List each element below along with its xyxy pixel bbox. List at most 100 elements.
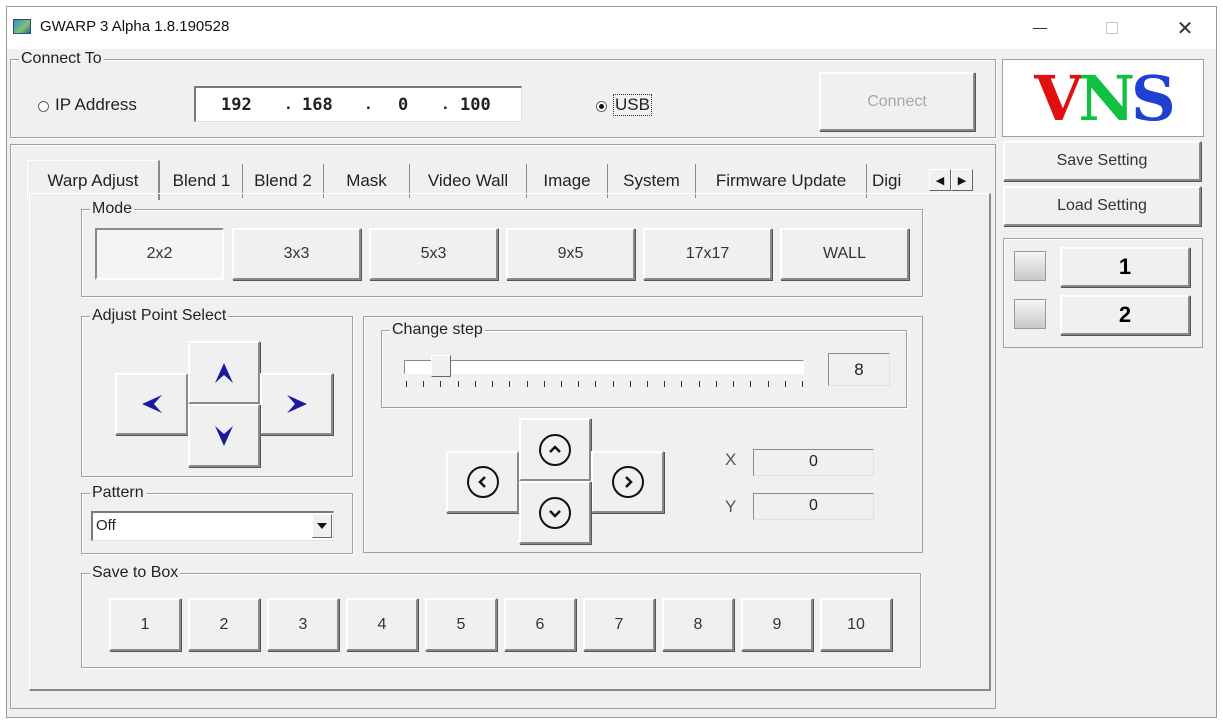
slider-tick: [733, 381, 735, 387]
caret-right-icon: ▶: [957, 174, 967, 187]
connect-button[interactable]: Connect: [819, 72, 975, 131]
save-box-1-button[interactable]: 1: [109, 598, 181, 651]
slider-tick: [560, 381, 562, 387]
slider-tick: [784, 381, 786, 387]
arrow-down-icon: [215, 425, 233, 446]
slider-tick: [423, 381, 425, 387]
save-to-box-label: Save to Box: [90, 564, 181, 582]
slider-tick: [647, 381, 649, 387]
caret-left-icon: ◀: [935, 174, 945, 187]
save-box-2-button[interactable]: 2: [188, 598, 260, 651]
usb-radio[interactable]: [596, 101, 607, 112]
maximize-button[interactable]: [1084, 7, 1140, 49]
adjust-point-label: Adjust Point Select: [90, 307, 229, 325]
channel-2-indicator[interactable]: [1014, 299, 1046, 329]
maximize-icon: [1106, 22, 1118, 34]
slider-tick: [715, 381, 717, 387]
close-button[interactable]: ✕: [1157, 7, 1213, 49]
save-box-7-button[interactable]: 7: [583, 598, 655, 651]
save-box-8-button[interactable]: 8: [662, 598, 734, 651]
pattern-label: Pattern: [90, 484, 146, 502]
x-coord-label: X: [725, 450, 737, 469]
save-box-6-button[interactable]: 6: [504, 598, 576, 651]
x-coord-value: 0: [809, 453, 818, 470]
channel-1-indicator[interactable]: [1014, 251, 1046, 281]
ip-octet-1: 192: [221, 95, 252, 115]
slider-tick: [629, 381, 631, 387]
mode-2x2-button[interactable]: 2x2: [95, 228, 224, 280]
slider-tick: [440, 381, 442, 387]
close-icon: ✕: [1176, 17, 1194, 40]
minimize-icon: [1033, 27, 1047, 29]
step-down-button[interactable]: [519, 481, 591, 544]
adjust-up-button[interactable]: [188, 341, 260, 404]
ip-separator: .: [286, 94, 291, 113]
connect-to-group: Connect To IP Address 192 . 168 . 0 . 10…: [10, 50, 996, 138]
step-slider-track[interactable]: [404, 360, 804, 374]
channel-2-button[interactable]: 2: [1060, 295, 1190, 335]
ip-octet-2: 168: [302, 95, 333, 115]
app-window: GWARP 3 Alpha 1.8.190528 ✕ Connect To IP…: [6, 6, 1217, 718]
adjust-down-button[interactable]: [188, 404, 260, 467]
adjust-left-button[interactable]: [115, 373, 188, 435]
ip-separator: .: [366, 94, 371, 113]
chevron-left-circle-icon: [466, 466, 499, 498]
slider-tick: [543, 381, 545, 387]
y-coord-value: 0: [809, 497, 818, 514]
pattern-selected-value: Off: [96, 517, 116, 534]
ip-octet-3: 0: [398, 95, 409, 115]
ip-address-radio[interactable]: [38, 101, 49, 112]
save-box-10-button[interactable]: 10: [820, 598, 892, 651]
change-step-label: Change step: [390, 321, 485, 339]
tab-scroll-left-button[interactable]: ◀: [929, 169, 951, 191]
save-box-3-button[interactable]: 3: [267, 598, 339, 651]
pattern-group: Pattern Off: [81, 484, 353, 554]
adjust-right-button[interactable]: [260, 373, 333, 435]
slider-tick: [474, 381, 476, 387]
load-setting-button[interactable]: Load Setting: [1003, 186, 1201, 226]
mode-5x3-button[interactable]: 5x3: [369, 228, 498, 280]
tab-scroll-right-button[interactable]: ▶: [951, 169, 973, 191]
x-coord-field: 0: [753, 449, 874, 476]
save-box-9-button[interactable]: 9: [741, 598, 813, 651]
step-up-button[interactable]: [519, 418, 591, 481]
vns-logo: V N S: [1002, 59, 1204, 137]
slider-tick: [457, 381, 459, 387]
channel-panel: 1 2: [1003, 238, 1203, 348]
adjust-point-group: Adjust Point Select: [81, 307, 353, 477]
pattern-dropdown-button[interactable]: [312, 514, 332, 538]
mode-9x5-button[interactable]: 9x5: [506, 228, 635, 280]
save-box-5-button[interactable]: 5: [425, 598, 497, 651]
step-slider-thumb[interactable]: [430, 355, 451, 377]
channel-1-button[interactable]: 1: [1060, 247, 1190, 287]
minimize-button[interactable]: [1012, 7, 1068, 49]
step-left-button[interactable]: [446, 451, 519, 513]
chevron-right-circle-icon: [611, 466, 644, 498]
y-coord-field: 0: [753, 493, 874, 520]
logo-letter-s: S: [1131, 61, 1176, 135]
connect-to-label: Connect To: [19, 50, 104, 68]
slider-tick: [681, 381, 683, 387]
slider-tick: [698, 381, 700, 387]
save-setting-button[interactable]: Save Setting: [1003, 141, 1201, 181]
mode-wall-button[interactable]: WALL: [780, 228, 909, 280]
mode-3x3-button[interactable]: 3x3: [232, 228, 361, 280]
slider-tick: [492, 381, 494, 387]
slider-tick: [526, 381, 528, 387]
title-bar[interactable]: GWARP 3 Alpha 1.8.190528 ✕: [7, 7, 1216, 49]
slider-tick: [664, 381, 666, 387]
ip-address-field[interactable]: 192 . 168 . 0 . 100: [194, 86, 522, 122]
mode-17x17-button[interactable]: 17x17: [643, 228, 772, 280]
slider-tick: [750, 381, 752, 387]
y-coord-label: Y: [725, 497, 737, 516]
arrow-up-icon: [215, 362, 233, 383]
step-value: 8: [854, 360, 864, 379]
logo-letter-v: V: [1034, 61, 1082, 135]
mode-label: Mode: [90, 200, 135, 218]
pattern-select[interactable]: Off: [91, 511, 334, 541]
step-value-field[interactable]: 8: [828, 353, 890, 386]
ip-octet-4: 100: [460, 95, 491, 115]
step-right-button[interactable]: [591, 451, 664, 513]
chevron-down-circle-icon: [539, 496, 571, 529]
save-box-4-button[interactable]: 4: [346, 598, 418, 651]
